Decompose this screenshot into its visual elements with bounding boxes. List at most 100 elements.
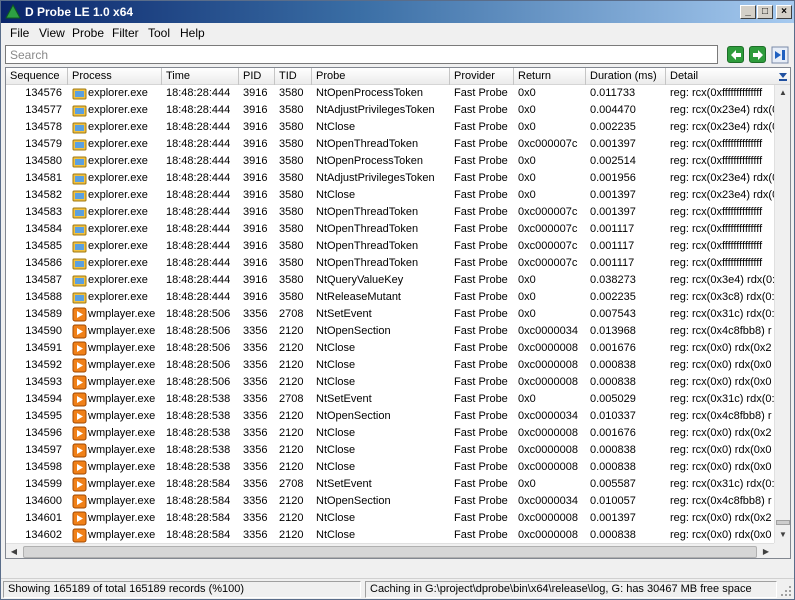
col-time[interactable]: Time — [162, 68, 239, 85]
menu-probe[interactable]: Probe — [72, 26, 104, 40]
cell-probe: NtClose — [316, 427, 356, 439]
table-row[interactable]: 134593 wmplayer.exe 18:48:28:506 3356 2120 Nt… — [6, 374, 774, 391]
cell-sequence: 134592 — [25, 359, 62, 371]
table-row[interactable]: 134582 explorer.exe 18:48:28:444 3916 3580 Nt… — [6, 187, 774, 204]
next-match-button[interactable] — [749, 46, 766, 63]
cell-duration: 0.011733 — [590, 87, 636, 99]
cell-duration: 0.000838 — [590, 529, 636, 541]
cell-process: wmplayer.exe — [88, 444, 156, 456]
col-sequence[interactable]: Sequence — [6, 68, 68, 85]
table-row[interactable]: 134576 explorer.exe 18:48:28:444 3916 3580 Nt… — [6, 85, 774, 102]
table-row[interactable]: 134599 wmplayer.exe 18:48:28:584 3356 2708 Nt… — [6, 476, 774, 493]
cell-sequence: 134596 — [25, 427, 62, 439]
table-row[interactable]: 134590 wmplayer.exe 18:48:28:506 3356 2120 Nt… — [6, 323, 774, 340]
menu-tool[interactable]: Tool — [148, 26, 170, 40]
cell-tid: 3580 — [279, 189, 304, 201]
menu-file[interactable]: File — [10, 26, 29, 40]
col-pid[interactable]: PID — [239, 68, 275, 85]
horizontal-scroll-thumb[interactable] — [23, 546, 757, 558]
table-row[interactable]: 134589 wmplayer.exe 18:48:28:506 3356 2708 Nt… — [6, 306, 774, 323]
menu-help[interactable]: Help — [180, 26, 205, 40]
col-process[interactable]: Process — [68, 68, 162, 85]
table-row[interactable]: 134578 explorer.exe 18:48:28:444 3916 3580 Nt… — [6, 119, 774, 136]
minimize-button[interactable]: _ — [740, 5, 756, 19]
table-row[interactable]: 134577 explorer.exe 18:48:28:444 3916 3580 Nt… — [6, 102, 774, 119]
col-tid[interactable]: TID — [275, 68, 312, 85]
cell-provider: Fast Probe — [454, 461, 508, 473]
cell-time: 18:48:28:444 — [166, 257, 231, 269]
table-row[interactable]: 134585 explorer.exe 18:48:28:444 3916 3580 Nt… — [6, 238, 774, 255]
table-row[interactable]: 134584 explorer.exe 18:48:28:444 3916 3580 Nt… — [6, 221, 774, 238]
maximize-button[interactable]: □ — [757, 5, 773, 19]
close-button[interactable]: × — [776, 5, 792, 19]
scroll-up-arrow[interactable]: ▲ — [775, 85, 790, 101]
menu-view[interactable]: View — [39, 26, 65, 40]
table-row[interactable]: 134586 explorer.exe 18:48:28:444 3916 3580 Nt… — [6, 255, 774, 272]
cell-provider: Fast Probe — [454, 529, 508, 541]
table-row[interactable]: 134588 explorer.exe 18:48:28:444 3916 3580 Nt… — [6, 289, 774, 306]
table-row[interactable]: 134583 explorer.exe 18:48:28:444 3916 3580 Nt… — [6, 204, 774, 221]
table-row[interactable]: 134592 wmplayer.exe 18:48:28:506 3356 2120 Nt… — [6, 357, 774, 374]
main-window: D Probe LE 1.0 x64 _ □ × File View Probe… — [0, 0, 795, 600]
scroll-right-arrow[interactable]: ▶ — [758, 544, 774, 558]
cell-provider: Fast Probe — [454, 308, 508, 320]
cell-probe: NtSetEvent — [316, 393, 372, 405]
scroll-left-arrow[interactable]: ◀ — [6, 544, 22, 558]
event-table[interactable]: Sequence Process Time PID TID Probe Prov… — [5, 67, 791, 559]
jump-to-end-icon[interactable] — [771, 46, 789, 64]
cell-return: 0xc0000008 — [518, 529, 578, 541]
table-row[interactable]: 134596 wmplayer.exe 18:48:28:538 3356 2120 Nt… — [6, 425, 774, 442]
previous-match-button[interactable] — [727, 46, 744, 63]
cell-tid: 2708 — [279, 308, 304, 320]
table-row[interactable]: 134597 wmplayer.exe 18:48:28:538 3356 2120 Nt… — [6, 442, 774, 459]
cell-sequence: 134579 — [25, 138, 62, 150]
col-return[interactable]: Return — [514, 68, 586, 85]
table-row[interactable]: 134579 explorer.exe 18:48:28:444 3916 3580 Nt… — [6, 136, 774, 153]
table-row[interactable]: 134595 wmplayer.exe 18:48:28:538 3356 2120 Nt… — [6, 408, 774, 425]
cell-provider: Fast Probe — [454, 376, 508, 388]
cell-probe: NtClose — [316, 342, 356, 354]
horizontal-scrollbar[interactable]: ◀ ▶ — [6, 543, 774, 558]
cell-sequence: 134591 — [25, 342, 62, 354]
cell-probe: NtOpenSection — [316, 325, 391, 337]
table-row[interactable]: 134601 wmplayer.exe 18:48:28:584 3356 2120 Nt… — [6, 510, 774, 527]
col-detail[interactable]: Detail — [666, 68, 776, 85]
cell-sequence: 134583 — [25, 206, 62, 218]
table-row[interactable]: 134581 explorer.exe 18:48:28:444 3916 3580 Nt… — [6, 170, 774, 187]
vertical-scrollbar[interactable]: ▲ ▼ — [774, 85, 790, 543]
table-row[interactable]: 134587 explorer.exe 18:48:28:444 3916 3580 Nt… — [6, 272, 774, 289]
cell-tid: 3580 — [279, 291, 304, 303]
cell-provider: Fast Probe — [454, 223, 508, 235]
scroll-down-arrow[interactable]: ▼ — [775, 527, 790, 543]
cell-duration: 0.001117 — [590, 240, 635, 252]
cell-detail: reg: rcx(0x0) rdx(0x0 — [670, 376, 772, 388]
col-provider[interactable]: Provider — [450, 68, 514, 85]
title-bar[interactable]: D Probe LE 1.0 x64 _ □ × — [1, 1, 794, 23]
table-row[interactable]: 134600 wmplayer.exe 18:48:28:584 3356 2120 Nt… — [6, 493, 774, 510]
cell-return: 0xc000007c — [518, 206, 578, 218]
table-row[interactable]: 134602 wmplayer.exe 18:48:28:584 3356 2120 Nt… — [6, 527, 774, 543]
cell-duration: 0.005029 — [590, 393, 636, 405]
cell-probe: NtOpenThreadToken — [316, 240, 419, 252]
cell-return: 0xc0000008 — [518, 359, 578, 371]
resize-grip-icon[interactable] — [779, 584, 792, 597]
menu-filter[interactable]: Filter — [112, 26, 139, 40]
col-probe[interactable]: Probe — [312, 68, 450, 85]
cell-tid: 3580 — [279, 138, 304, 150]
search-input[interactable] — [5, 45, 718, 64]
cell-pid: 3916 — [243, 172, 268, 184]
cell-duration: 0.001397 — [590, 189, 636, 201]
cell-return: 0xc000007c — [518, 138, 578, 150]
cell-duration: 0.010057 — [590, 495, 636, 507]
column-menu-icon[interactable] — [777, 69, 789, 83]
col-duration[interactable]: Duration (ms) — [586, 68, 666, 85]
table-row[interactable]: 134580 explorer.exe 18:48:28:444 3916 3580 Nt… — [6, 153, 774, 170]
cell-detail: reg: rcx(0x3c8) rdx(0: — [670, 291, 774, 303]
cell-tid: 3580 — [279, 274, 304, 286]
cell-sequence: 134585 — [25, 240, 62, 252]
table-row[interactable]: 134591 wmplayer.exe 18:48:28:506 3356 2120 Nt… — [6, 340, 774, 357]
table-row[interactable]: 134594 wmplayer.exe 18:48:28:538 3356 2708 Nt… — [6, 391, 774, 408]
vertical-scroll-thumb[interactable] — [776, 520, 790, 525]
table-row[interactable]: 134598 wmplayer.exe 18:48:28:538 3356 2120 Nt… — [6, 459, 774, 476]
cell-detail: reg: rcx(0x31c) rdx(0: — [670, 308, 774, 320]
